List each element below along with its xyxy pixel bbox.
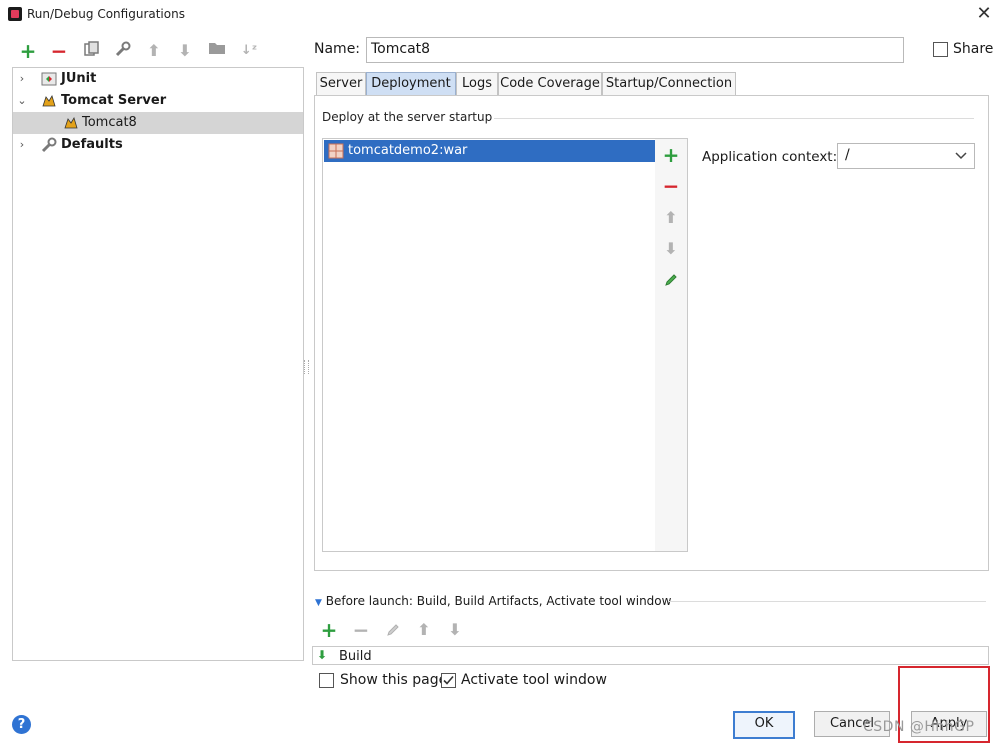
- show-page-label: Show this page: [340, 672, 448, 688]
- artifact-toolbar: + − ⬆ ⬇: [655, 138, 688, 552]
- sort-icon[interactable]: ↓ᶻ: [238, 40, 260, 62]
- section-title: Deploy at the server startup: [322, 110, 493, 124]
- tab-startup-connection[interactable]: Startup/Connection: [602, 72, 736, 95]
- share-label: Share: [953, 41, 994, 57]
- name-input[interactable]: Tomcat8: [366, 37, 904, 63]
- splitter-handle[interactable]: [304, 360, 309, 374]
- section-divider: [494, 118, 974, 119]
- copy-icon[interactable]: [81, 40, 103, 62]
- name-value: Tomcat8: [371, 41, 431, 57]
- window-title: Run/Debug Configurations: [27, 7, 185, 21]
- edit-icon[interactable]: [382, 619, 404, 641]
- watermark: CSDN @HhhGP: [863, 719, 975, 735]
- tab-deployment[interactable]: Deployment: [366, 72, 456, 95]
- remove-icon[interactable]: −: [48, 40, 70, 62]
- activate-tool-window-label: Activate tool window: [461, 672, 607, 688]
- share-checkbox[interactable]: [933, 42, 948, 57]
- tab-server[interactable]: Server: [316, 72, 366, 95]
- before-launch-header[interactable]: ▼ Before launch: Build, Build Artifacts,…: [315, 594, 671, 608]
- chevron-right-icon[interactable]: ›: [16, 68, 28, 90]
- before-launch-label: Before launch: Build, Build Artifacts, A…: [325, 594, 672, 608]
- tomcat-icon: [63, 115, 79, 131]
- tree-item-defaults[interactable]: › Defaults: [13, 134, 303, 156]
- application-context-label: Application context:: [702, 149, 838, 165]
- move-down-icon[interactable]: ⬇: [660, 238, 682, 260]
- ok-button[interactable]: OK: [733, 711, 795, 739]
- before-launch-list[interactable]: ⬇ Build: [312, 646, 989, 665]
- war-artifact-icon: [328, 143, 344, 159]
- artifact-label: tomcatdemo2:war: [348, 143, 468, 158]
- add-icon[interactable]: +: [17, 40, 39, 62]
- tree-item-tomcat-server[interactable]: ⌄ Tomcat Server: [13, 90, 303, 112]
- wrench-icon: [41, 137, 57, 153]
- application-context-value: /: [845, 147, 850, 163]
- remove-icon[interactable]: −: [660, 175, 682, 197]
- tree-item-label: Tomcat8: [82, 115, 137, 130]
- move-up-icon[interactable]: ⬆: [660, 207, 682, 229]
- list-item[interactable]: tomcatdemo2:war: [324, 140, 655, 162]
- tree-item-label: Tomcat Server: [61, 93, 167, 108]
- tab-logs[interactable]: Logs: [456, 72, 498, 95]
- close-icon[interactable]: ✕: [972, 3, 996, 25]
- tree-item-label: Defaults: [61, 137, 123, 152]
- move-up-icon[interactable]: ⬆: [413, 619, 435, 641]
- configuration-tree: › JUnit ⌄ Tomcat Server Tomcat8 › Defaul…: [12, 67, 304, 661]
- expand-triangle-icon: ▼: [315, 598, 322, 608]
- chevron-down-icon: [955, 150, 967, 165]
- wrench-icon[interactable]: [112, 40, 134, 62]
- tree-item-label: JUnit: [61, 71, 97, 86]
- edit-icon[interactable]: [660, 269, 682, 291]
- tree-item-junit[interactable]: › JUnit: [13, 68, 303, 90]
- artifact-list[interactable]: tomcatdemo2:war: [322, 138, 657, 552]
- move-down-icon[interactable]: ⬇: [174, 40, 196, 62]
- tomcat-icon: [41, 93, 57, 109]
- chevron-down-icon[interactable]: ⌄: [16, 90, 28, 112]
- move-up-icon[interactable]: ⬆: [143, 40, 165, 62]
- move-down-icon[interactable]: ⬇: [444, 619, 466, 641]
- application-context-dropdown[interactable]: /: [837, 143, 975, 169]
- junit-icon: [41, 71, 57, 87]
- build-label: Build: [339, 649, 372, 664]
- before-launch-divider: [668, 601, 986, 602]
- app-icon: [8, 7, 22, 21]
- activate-tool-window-checkbox[interactable]: [441, 673, 456, 688]
- tab-code-coverage[interactable]: Code Coverage: [498, 72, 602, 95]
- folder-icon[interactable]: [206, 40, 228, 62]
- tree-item-tomcat8[interactable]: Tomcat8: [13, 112, 303, 134]
- add-icon[interactable]: +: [660, 144, 682, 166]
- help-icon[interactable]: ?: [12, 715, 31, 734]
- build-icon: ⬇: [317, 648, 328, 662]
- show-page-checkbox[interactable]: [319, 673, 334, 688]
- name-label: Name:: [314, 41, 361, 57]
- add-icon[interactable]: +: [318, 619, 340, 641]
- remove-icon[interactable]: −: [350, 619, 372, 641]
- chevron-right-icon[interactable]: ›: [16, 134, 28, 156]
